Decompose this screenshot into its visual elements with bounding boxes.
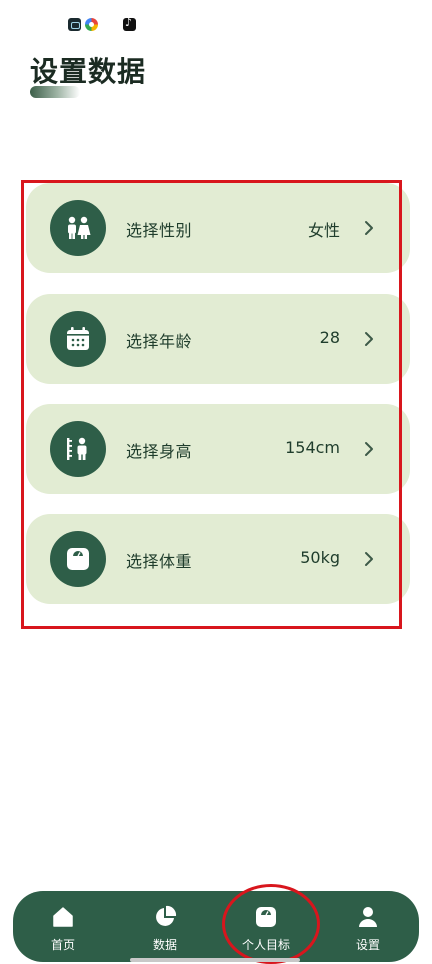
annotation-highlight-circle bbox=[222, 884, 320, 964]
title-underline bbox=[30, 86, 80, 98]
nav-label-home: 首页 bbox=[50, 938, 75, 952]
home-gesture-bar[interactable] bbox=[130, 958, 300, 962]
home-icon bbox=[53, 907, 73, 927]
nav-item-settings[interactable]: 设置 bbox=[328, 891, 408, 962]
app-notification-icon bbox=[68, 18, 81, 31]
nav-label-data: 数据 bbox=[152, 938, 177, 952]
nav-item-home[interactable]: 首页 bbox=[23, 891, 103, 962]
bottom-navigation: 首页 数据 个人目标 设置 bbox=[13, 891, 419, 962]
tiktok-notification-icon bbox=[123, 16, 136, 31]
page-title: 设置数据 bbox=[30, 55, 147, 88]
annotation-highlight-box bbox=[21, 180, 402, 629]
color-app-notification-icon bbox=[85, 18, 98, 31]
nav-item-data[interactable]: 数据 bbox=[125, 891, 205, 962]
person-icon bbox=[359, 907, 377, 927]
status-bar-icons bbox=[68, 16, 138, 32]
pie-chart-icon bbox=[156, 905, 177, 926]
nav-label-settings: 设置 bbox=[355, 938, 380, 952]
